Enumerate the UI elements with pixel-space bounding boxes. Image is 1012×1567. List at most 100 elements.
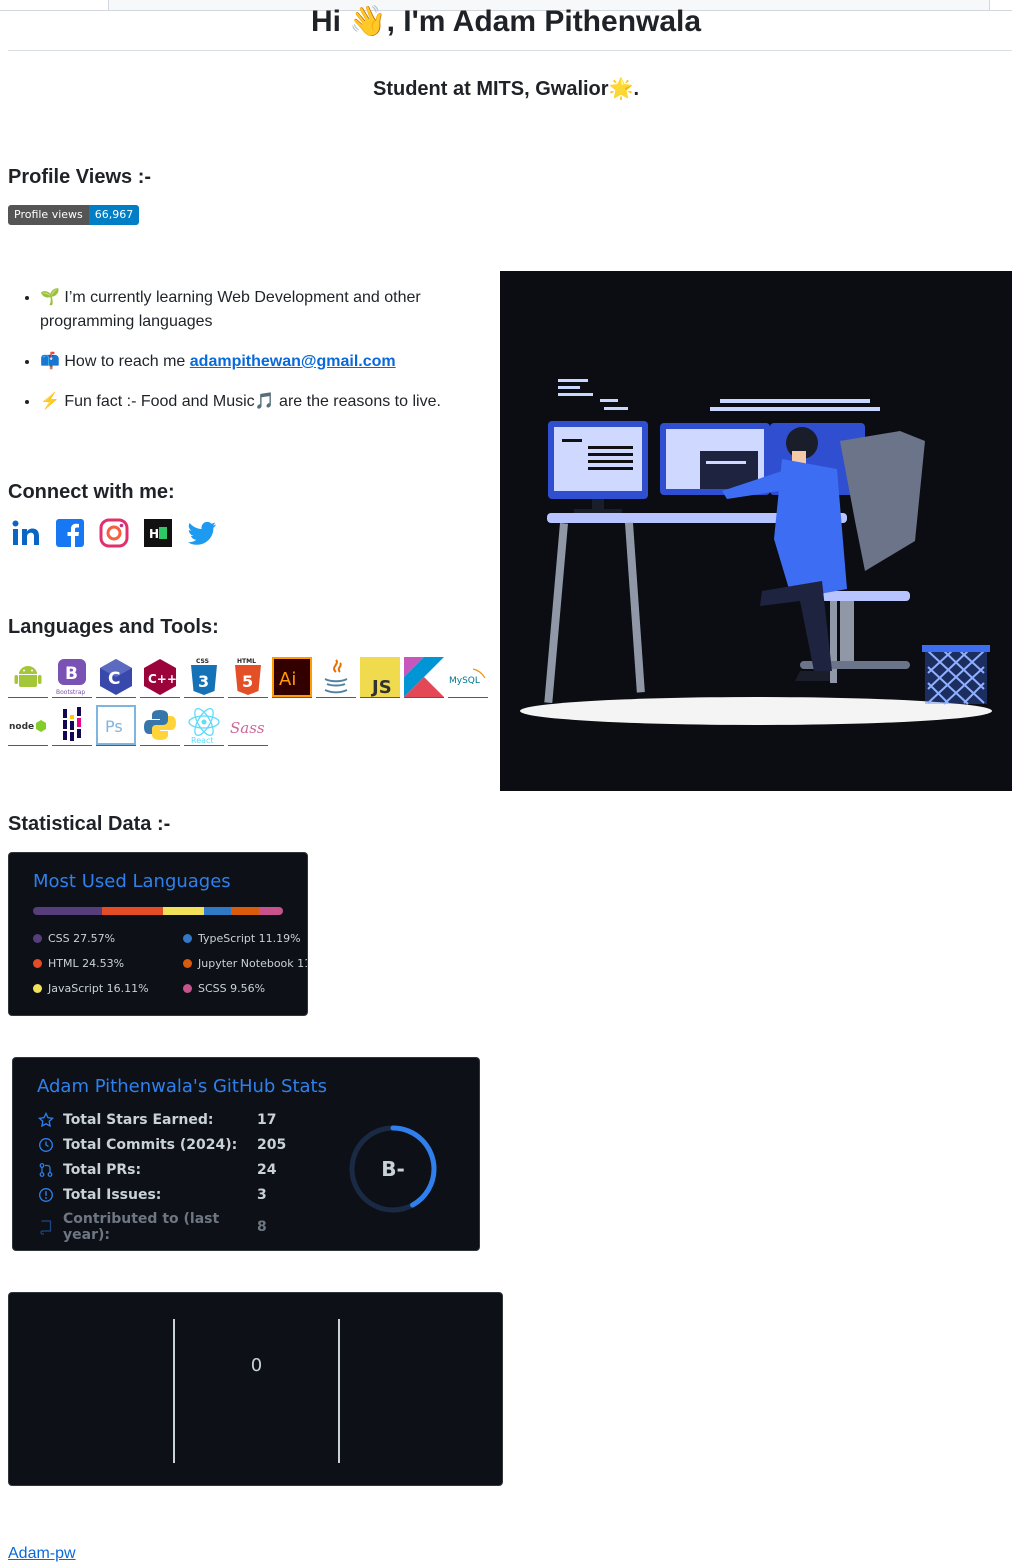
- css3-icon[interactable]: CSS 3: [184, 657, 224, 698]
- pull-request-icon: [37, 1161, 55, 1179]
- sass-icon[interactable]: Sass: [228, 705, 268, 746]
- issue-icon: [37, 1186, 55, 1204]
- twitter-icon[interactable]: [186, 517, 218, 549]
- github-streak-card[interactable]: 0: [8, 1292, 503, 1486]
- language-bar-segment: [259, 907, 283, 915]
- language-label: SCSS 9.56%: [198, 982, 266, 995]
- language-bar-segment: [163, 907, 204, 915]
- android-icon[interactable]: [8, 657, 48, 698]
- stat-row-issues: Total Issues: 3: [37, 1186, 267, 1204]
- instagram-icon[interactable]: [98, 517, 130, 549]
- photoshop-icon[interactable]: Ps: [96, 705, 136, 746]
- tools-row: B Bootstrap C C++ CSS 3 HTML 5 Ai JS MySQL: [8, 654, 492, 698]
- profile-link[interactable]: Adam-pw: [8, 1545, 76, 1563]
- react-icon[interactable]: React: [184, 705, 224, 746]
- stat-value: 8: [257, 1219, 267, 1235]
- html5-icon[interactable]: HTML 5: [228, 657, 268, 698]
- language-item: Jupyter Notebook 11.0: [183, 957, 307, 970]
- tools-row: node Ps React Sass: [8, 702, 492, 746]
- github-stats-title: Adam Pithenwala's GitHub Stats: [37, 1076, 327, 1097]
- email-link[interactable]: adampithewan@gmail.com: [190, 353, 396, 370]
- stat-value: 205: [257, 1137, 287, 1153]
- grade-ring: B-: [349, 1125, 437, 1213]
- language-label: TypeScript 11.19%: [198, 932, 301, 945]
- stat-row-prs: Total PRs: 24: [37, 1161, 276, 1179]
- about-item-text: How to reach me: [64, 353, 190, 370]
- bootstrap-icon[interactable]: B Bootstrap: [52, 657, 92, 698]
- stat-value: 3: [257, 1187, 267, 1203]
- streak-divider-right: [338, 1319, 340, 1463]
- svg-text:C++: C++: [148, 672, 177, 686]
- nodejs-icon[interactable]: node: [8, 705, 48, 746]
- language-bar-segment: [101, 907, 164, 915]
- language-color-dot: [33, 959, 42, 968]
- pandas-icon[interactable]: [52, 705, 92, 746]
- about-item-text: I’m currently learning Web Development a…: [40, 289, 421, 330]
- stat-row-stars: Total Stars Earned: 17: [37, 1111, 276, 1129]
- stat-row-contributed: Contributed to (last year): 8: [37, 1211, 267, 1243]
- svg-text:H: H: [149, 527, 159, 541]
- repo-icon: [37, 1218, 55, 1236]
- svg-text:node: node: [9, 722, 34, 732]
- star-icon: [37, 1111, 55, 1129]
- about-list: 🌱 I’m currently learning Web Development…: [20, 286, 500, 430]
- languages-progress-bar: [33, 907, 283, 915]
- svg-text:HTML: HTML: [237, 658, 256, 665]
- stat-value: 24: [257, 1162, 277, 1178]
- linkedin-icon[interactable]: [10, 517, 42, 549]
- python-icon[interactable]: [140, 705, 180, 746]
- profile-views-badge[interactable]: Profile views 66,967: [8, 205, 140, 225]
- stat-label: Total Issues:: [63, 1187, 162, 1203]
- java-icon[interactable]: [316, 657, 356, 698]
- stat-label: Contributed to (last year):: [63, 1211, 220, 1243]
- history-icon: [37, 1136, 55, 1154]
- language-item: TypeScript 11.19%: [183, 932, 301, 945]
- language-bar-segment: [231, 907, 260, 915]
- stat-row-commits: Total Commits (2024): 205: [37, 1136, 286, 1154]
- c-icon[interactable]: C: [96, 657, 136, 698]
- title-divider: [8, 50, 1012, 51]
- facebook-icon[interactable]: [54, 517, 86, 549]
- language-color-dot: [183, 984, 192, 993]
- language-bar-segment: [33, 907, 102, 915]
- mailbox-icon: 📫: [40, 353, 60, 370]
- grade-text: B-: [381, 1157, 405, 1181]
- cplusplus-icon[interactable]: C++: [140, 657, 180, 698]
- language-label: CSS 27.57%: [48, 932, 116, 945]
- svg-text:B: B: [65, 664, 78, 684]
- most-used-languages-card[interactable]: Most Used Languages CSS 27.57% HTML 24.5…: [8, 852, 308, 1016]
- language-color-dot: [33, 984, 42, 993]
- language-color-dot: [183, 934, 192, 943]
- streak-divider-left: [173, 1319, 175, 1463]
- language-item: HTML 24.53%: [33, 957, 124, 970]
- kotlin-icon[interactable]: [404, 657, 444, 698]
- hackerrank-icon[interactable]: H: [142, 517, 174, 549]
- svg-text:C: C: [108, 669, 120, 689]
- streak-value: 0: [250, 1355, 263, 1376]
- stat-label: Total Stars Earned:: [63, 1112, 214, 1128]
- developer-illustration: [500, 271, 1012, 791]
- about-item-funfact: ⚡ Fun fact :- Food and Music🎵 are the re…: [40, 390, 500, 414]
- svg-text:Ai: Ai: [279, 669, 296, 690]
- svg-text:Sass: Sass: [230, 719, 265, 737]
- language-color-dot: [33, 934, 42, 943]
- stat-value: 17: [257, 1112, 277, 1128]
- svg-text:Ps: Ps: [105, 717, 123, 736]
- javascript-icon[interactable]: JS: [360, 657, 400, 698]
- badge-value: 66,967: [88, 205, 140, 225]
- github-stats-card[interactable]: Adam Pithenwala's GitHub Stats Total Sta…: [12, 1057, 480, 1251]
- seedling-icon: 🌱: [40, 289, 60, 306]
- svg-text:CSS: CSS: [196, 658, 209, 665]
- language-label: Jupyter Notebook 11.0: [198, 957, 307, 970]
- language-color-dot: [183, 959, 192, 968]
- stat-label: Total PRs:: [63, 1162, 142, 1178]
- language-bar-segment: [203, 907, 232, 915]
- svg-text:JS: JS: [370, 677, 392, 697]
- developer-illustration-graphic: [520, 379, 992, 725]
- about-item-contact: 📫 How to reach me adampithewan@gmail.com: [40, 350, 500, 374]
- illustrator-icon[interactable]: Ai: [272, 657, 312, 698]
- social-links: H: [10, 517, 218, 549]
- svg-text:React: React: [191, 736, 214, 745]
- mysql-icon[interactable]: MySQL: [448, 657, 488, 698]
- svg-text:5: 5: [242, 672, 253, 691]
